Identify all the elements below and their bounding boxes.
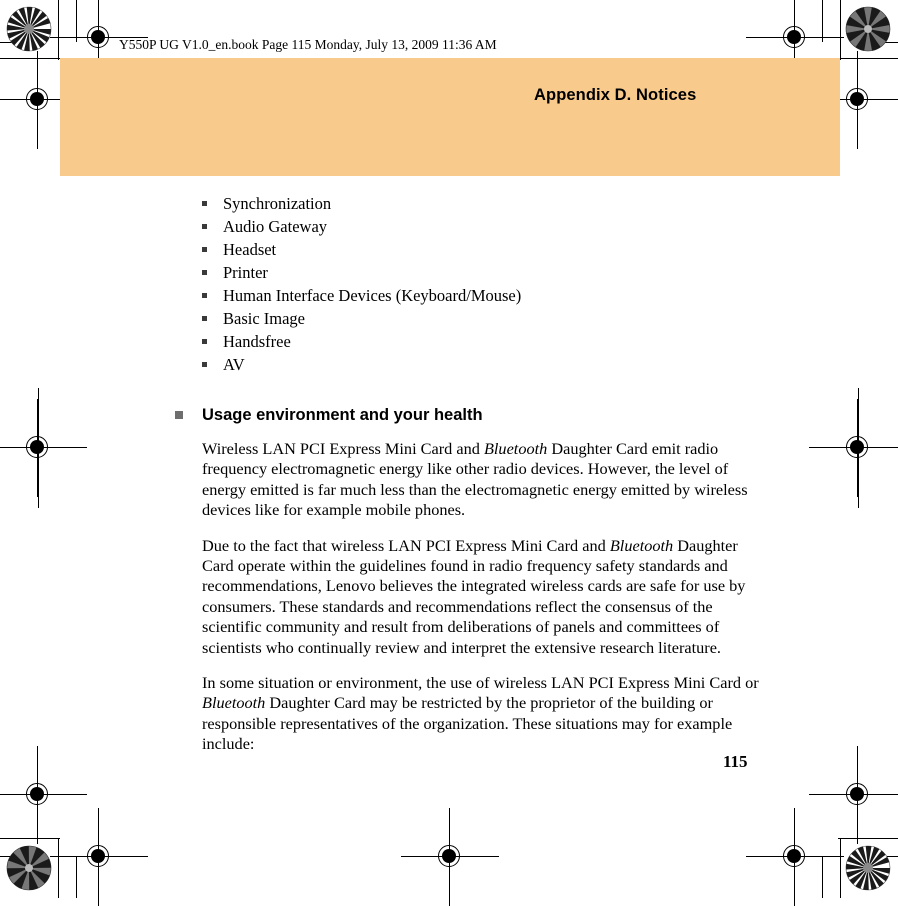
list-item-label: Printer: [223, 263, 268, 282]
list-item: Headset: [202, 238, 765, 261]
registration-mark-lower-right: [809, 746, 898, 844]
list-item: Synchronization: [202, 192, 765, 215]
regmark-dot: [30, 787, 44, 801]
registration-mark-bottom-center: [401, 808, 499, 906]
body-paragraph: Due to the fact that wireless LAN PCI Ex…: [175, 536, 765, 658]
paragraph-text: Daughter Card may be restricted by the p…: [202, 693, 733, 754]
regmark-dot: [787, 849, 801, 863]
emphasis-text: Bluetooth: [202, 693, 266, 713]
crop-line-bottom-right-outer-h: [838, 838, 898, 839]
regmark-dot: [30, 440, 44, 454]
list-item-label: Synchronization: [223, 194, 332, 213]
list-item-label: Audio Gateway: [223, 217, 328, 236]
regmark-dot: [91, 849, 105, 863]
chapter-title: Appendix D. Notices: [534, 86, 697, 104]
body-paragraph: In some situation or environment, the us…: [175, 673, 765, 755]
crop-line-top-right-outer: [838, 58, 898, 59]
emphasis-text: Bluetooth: [609, 535, 674, 555]
registration-mark-upper-left: [0, 51, 87, 149]
registration-mark-bottom-right: [746, 808, 844, 906]
list-item-label: Headset: [223, 240, 277, 259]
section-heading-usage-environment: Usage environment and your health: [175, 405, 765, 425]
list-item-label: Handsfree: [223, 332, 291, 351]
page-content: Synchronization Audio Gateway Headset Print…: [175, 192, 765, 770]
crop-line-bottom-outer: [0, 838, 60, 839]
paragraph-text: Wireless LAN PCI Express Mini Card and: [202, 439, 484, 458]
crop-line-right-outer: [840, 0, 841, 60]
starburst-target-bottom-left: [6, 845, 52, 891]
registration-mark-middle-right: [809, 399, 898, 497]
paragraph-text: In some situation or environment, the us…: [202, 673, 759, 693]
regmark-dot: [30, 92, 44, 106]
registration-mark-top-left: [50, 0, 148, 87]
list-item-label: Human Interface Devices (Keyboard/Mouse): [223, 286, 522, 305]
crop-line-top-outer: [0, 58, 60, 59]
chapter-header-band: [60, 58, 840, 176]
list-item: Handsfree: [202, 330, 765, 353]
regmark-dot: [91, 30, 105, 44]
registration-mark-lower-left: [0, 746, 87, 844]
registration-mark-middle-left: [0, 399, 87, 497]
registration-mark-upper-right: [809, 51, 898, 149]
regmark-dot: [850, 440, 864, 454]
section-paragraphs: Wireless LAN PCI Express Mini Card and B…: [175, 439, 765, 755]
printed-page-proof: Y550P UG V1.0_en.book Page 115 Monday, J…: [0, 0, 898, 906]
starburst-target-top-left: [6, 6, 52, 52]
list-item: AV: [202, 353, 765, 376]
registration-mark-bottom-left: [50, 808, 148, 906]
starburst-target-bottom-right: [845, 845, 891, 891]
paragraph-text: Due to the fact that wireless LAN PCI Ex…: [202, 535, 610, 555]
crop-line-left-outer: [58, 0, 59, 60]
regmark-dot: [850, 92, 864, 106]
list-item-label: Basic Image: [223, 309, 306, 328]
emphasis-text: Bluetooth: [483, 439, 548, 458]
list-item-label: AV: [223, 355, 245, 374]
crop-line-bottom-left-outer: [58, 838, 59, 898]
list-item: Basic Image: [202, 307, 765, 330]
starburst-target-top-right: [845, 6, 891, 52]
running-head-file-info: Y550P UG V1.0_en.book Page 115 Monday, J…: [119, 37, 497, 52]
regmark-dot: [442, 849, 456, 863]
list-item: Audio Gateway: [202, 215, 765, 238]
regmark-dot: [787, 30, 801, 44]
crop-line-bottom-right-inner: [822, 856, 823, 898]
registration-mark-top-right: [746, 0, 844, 87]
crop-line-right-inner: [822, 0, 823, 42]
crop-line-bottom-right-outer: [840, 838, 841, 898]
bluetooth-profile-list: Synchronization Audio Gateway Headset Print…: [202, 192, 765, 376]
page-number: 115: [723, 752, 748, 771]
body-paragraph: Wireless LAN PCI Express Mini Card and B…: [175, 439, 765, 521]
regmark-dot: [850, 787, 864, 801]
list-item: Printer: [202, 261, 765, 284]
list-item: Human Interface Devices (Keyboard/Mouse): [202, 284, 765, 307]
